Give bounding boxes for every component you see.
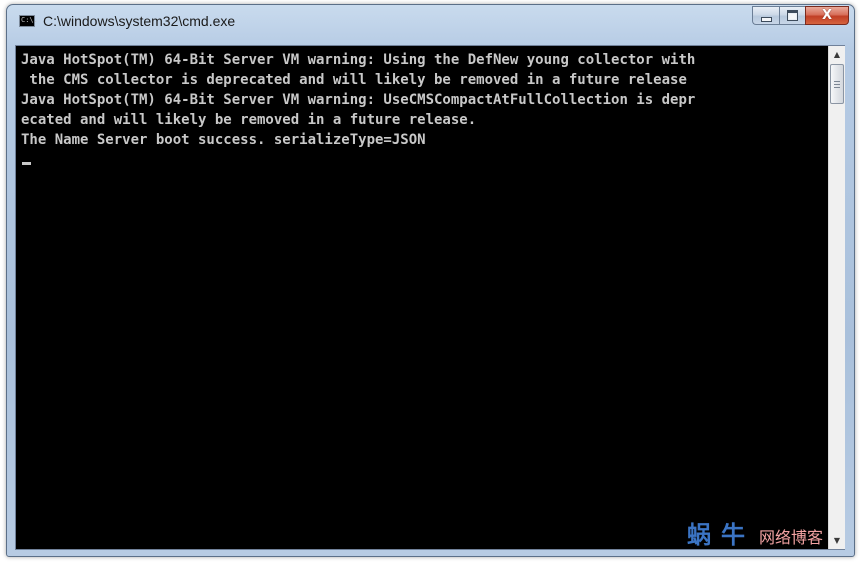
close-button[interactable]: X — [805, 6, 849, 25]
minimize-button[interactable] — [752, 6, 779, 25]
caption-buttons: X — [752, 6, 849, 26]
title-bar[interactable]: C:\. C:\windows\system32\cmd.exe X — [7, 5, 854, 38]
vertical-scrollbar[interactable]: ▲ ▼ — [828, 46, 845, 549]
scroll-up-button[interactable]: ▲ — [829, 46, 845, 63]
scrollbar-thumb[interactable] — [830, 64, 844, 104]
grip-icon — [834, 80, 840, 88]
minimize-icon — [760, 16, 772, 22]
arrow-up-icon: ▲ — [833, 50, 841, 59]
console-line: The Name Server boot success. serializeT… — [21, 132, 426, 148]
watermark-brand: 蜗牛 — [687, 520, 755, 549]
console-line: the CMS collector is deprecated and will… — [21, 72, 687, 88]
arrow-down-icon: ▼ — [833, 536, 841, 545]
console-line: Java HotSpot(TM) 64-Bit Server VM warnin… — [21, 92, 696, 108]
watermark: 蜗牛 网络博客 — [687, 515, 823, 550]
console-line: ecated and will likely be removed in a f… — [21, 112, 477, 128]
cmd-icon-label: C:\. — [21, 16, 38, 24]
console-output[interactable]: Java HotSpot(TM) 64-Bit Server VM warnin… — [16, 46, 828, 549]
scroll-down-button[interactable]: ▼ — [829, 532, 845, 549]
console-line: Java HotSpot(TM) 64-Bit Server VM warnin… — [21, 52, 696, 68]
maximize-icon — [787, 10, 798, 21]
watermark-subtitle: 网络博客 — [759, 528, 824, 547]
maximize-button[interactable] — [779, 6, 805, 25]
cmd-window: C:\. C:\windows\system32\cmd.exe X Java … — [6, 4, 855, 557]
text-cursor — [22, 162, 31, 165]
cmd-console-icon[interactable]: C:\. — [19, 15, 38, 27]
console-client-area: Java HotSpot(TM) 64-Bit Server VM warnin… — [15, 45, 845, 550]
close-icon: X — [821, 8, 833, 23]
window-title: C:\windows\system32\cmd.exe — [43, 13, 236, 29]
